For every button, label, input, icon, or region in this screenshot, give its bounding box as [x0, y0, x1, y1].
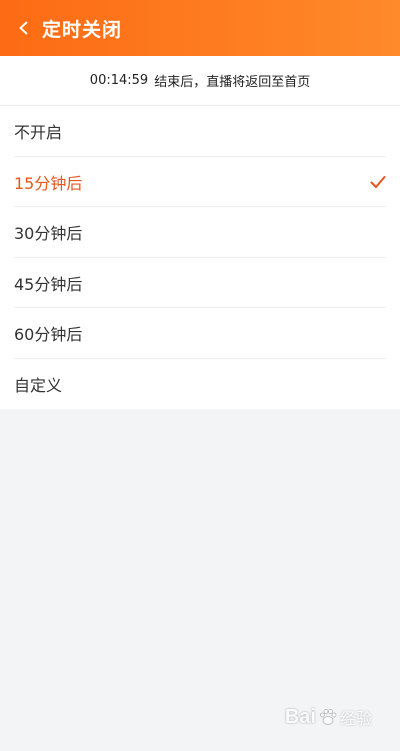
watermark-suffix: 经验	[339, 709, 372, 728]
option-label: 45分钟后	[14, 274, 83, 294]
option-label: 不开启	[14, 123, 63, 143]
chevron-left-icon	[19, 21, 28, 35]
option-45-min[interactable]: 45分钟后	[0, 258, 400, 309]
page-title: 定时关闭	[42, 18, 123, 41]
timer-options-list: 不开启 15分钟后 30分钟后 45分钟后 60分钟后 自定义	[0, 106, 400, 409]
option-off[interactable]: 不开启	[0, 106, 400, 157]
notice-text: 结束后，直播将返回至首页	[154, 75, 311, 90]
back-button[interactable]	[6, 0, 42, 56]
option-label: 60分钟后	[14, 325, 83, 345]
option-label: 30分钟后	[14, 224, 83, 244]
option-30-min[interactable]: 30分钟后	[0, 207, 400, 258]
baidu-watermark: Bai 经验	[285, 705, 372, 729]
watermark-brand: Bai	[284, 705, 316, 728]
option-15-min[interactable]: 15分钟后	[0, 157, 400, 208]
option-label: 自定义	[14, 375, 63, 395]
paw-icon	[320, 709, 337, 725]
countdown-time: 00:14:59	[89, 73, 149, 88]
app-header: 定时关闭	[0, 0, 400, 56]
option-label: 15分钟后	[14, 173, 83, 193]
option-custom[interactable]: 自定义	[0, 359, 400, 410]
checkmark-icon	[370, 175, 386, 188]
timer-notice: 00:14:59 结束后，直播将返回至首页	[0, 56, 400, 106]
option-60-min[interactable]: 60分钟后	[0, 308, 400, 359]
